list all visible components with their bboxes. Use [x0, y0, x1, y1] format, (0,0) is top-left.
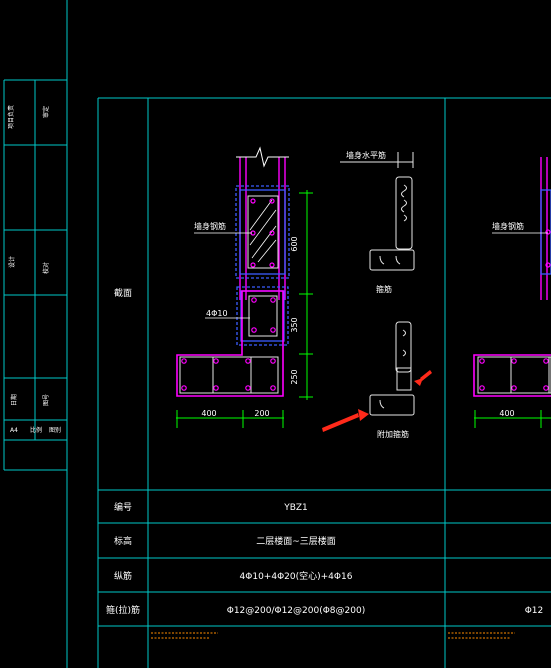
schedule-table [97, 97, 551, 668]
note-right [448, 632, 515, 639]
title-block-d3: 图别 [49, 426, 61, 434]
label-added-stirrup: 附加箍筋 [377, 429, 409, 439]
note-left [151, 632, 218, 639]
label-4-bars: 4Φ10 [206, 309, 228, 318]
dim-250: 250 [290, 369, 299, 384]
label-wall-rebar: 墙身钢筋 [194, 221, 226, 231]
row-label-stirrup: 箍(拉)筋 [106, 604, 140, 616]
stirrup-loops-right [477, 356, 551, 394]
leaders [194, 232, 252, 319]
stirrup-detail-upper [340, 152, 415, 271]
number-value: YBZ1 [283, 503, 308, 513]
dim-600: 600 [290, 236, 299, 251]
longitudinal-value: 4Φ10+4Φ20(空心)+4Φ16 [240, 570, 353, 582]
dim-400-right: 400 [499, 409, 514, 418]
wall-edges-right [540, 157, 548, 300]
break-line [236, 146, 289, 168]
row-label-section: 截面 [114, 287, 132, 299]
row-label-elevation: 标高 [114, 535, 132, 547]
dim-350: 350 [290, 317, 299, 332]
callout-arrow-1 [322, 409, 369, 432]
title-block-b2: 校对 [42, 262, 50, 274]
dim-400: 400 [201, 409, 216, 418]
title-block-d1: A4 [10, 427, 18, 434]
label-wall-rebar-right: 墙身钢筋 [492, 221, 524, 231]
row-label-number: 编号 [114, 501, 132, 513]
elevation-value: 二层楼面~三层楼面 [256, 535, 336, 547]
stirrup-detail-lower [369, 321, 415, 416]
cad-drawing-canvas[interactable]: 项目负责 审定 设计 校对 日期 图号 A4 比例 图别 截面 编号 标高 纵筋… [0, 0, 551, 668]
title-block-c1: 日期 [10, 394, 18, 406]
title-block-c2: 图号 [43, 394, 50, 406]
callout-arrow-2 [414, 370, 432, 386]
dim-200: 200 [254, 409, 269, 418]
row-label-longitudinal: 纵筋 [114, 570, 132, 582]
section-drawing-right[interactable]: 墙身钢筋 400 [473, 157, 551, 428]
label-wall-horizontal: 墙身水平筋 [346, 150, 386, 160]
title-block-a1: 项目负责 [7, 105, 15, 129]
boundary-boxes [235, 185, 290, 346]
label-stirrup: 箍筋 [376, 284, 392, 294]
title-block-b1: 设计 [8, 256, 16, 268]
title-block-d2: 比例 [30, 426, 42, 434]
title-block [3, 0, 68, 668]
title-block-a2: 审定 [42, 106, 50, 118]
stirrup-value-right: Φ12 [525, 606, 544, 616]
column-outline [176, 290, 284, 397]
section-drawing[interactable] [176, 146, 290, 397]
stirrup-value: Φ12@200/Φ12@200(Φ8@200) [227, 606, 365, 616]
rebar-dots-right [479, 229, 551, 391]
